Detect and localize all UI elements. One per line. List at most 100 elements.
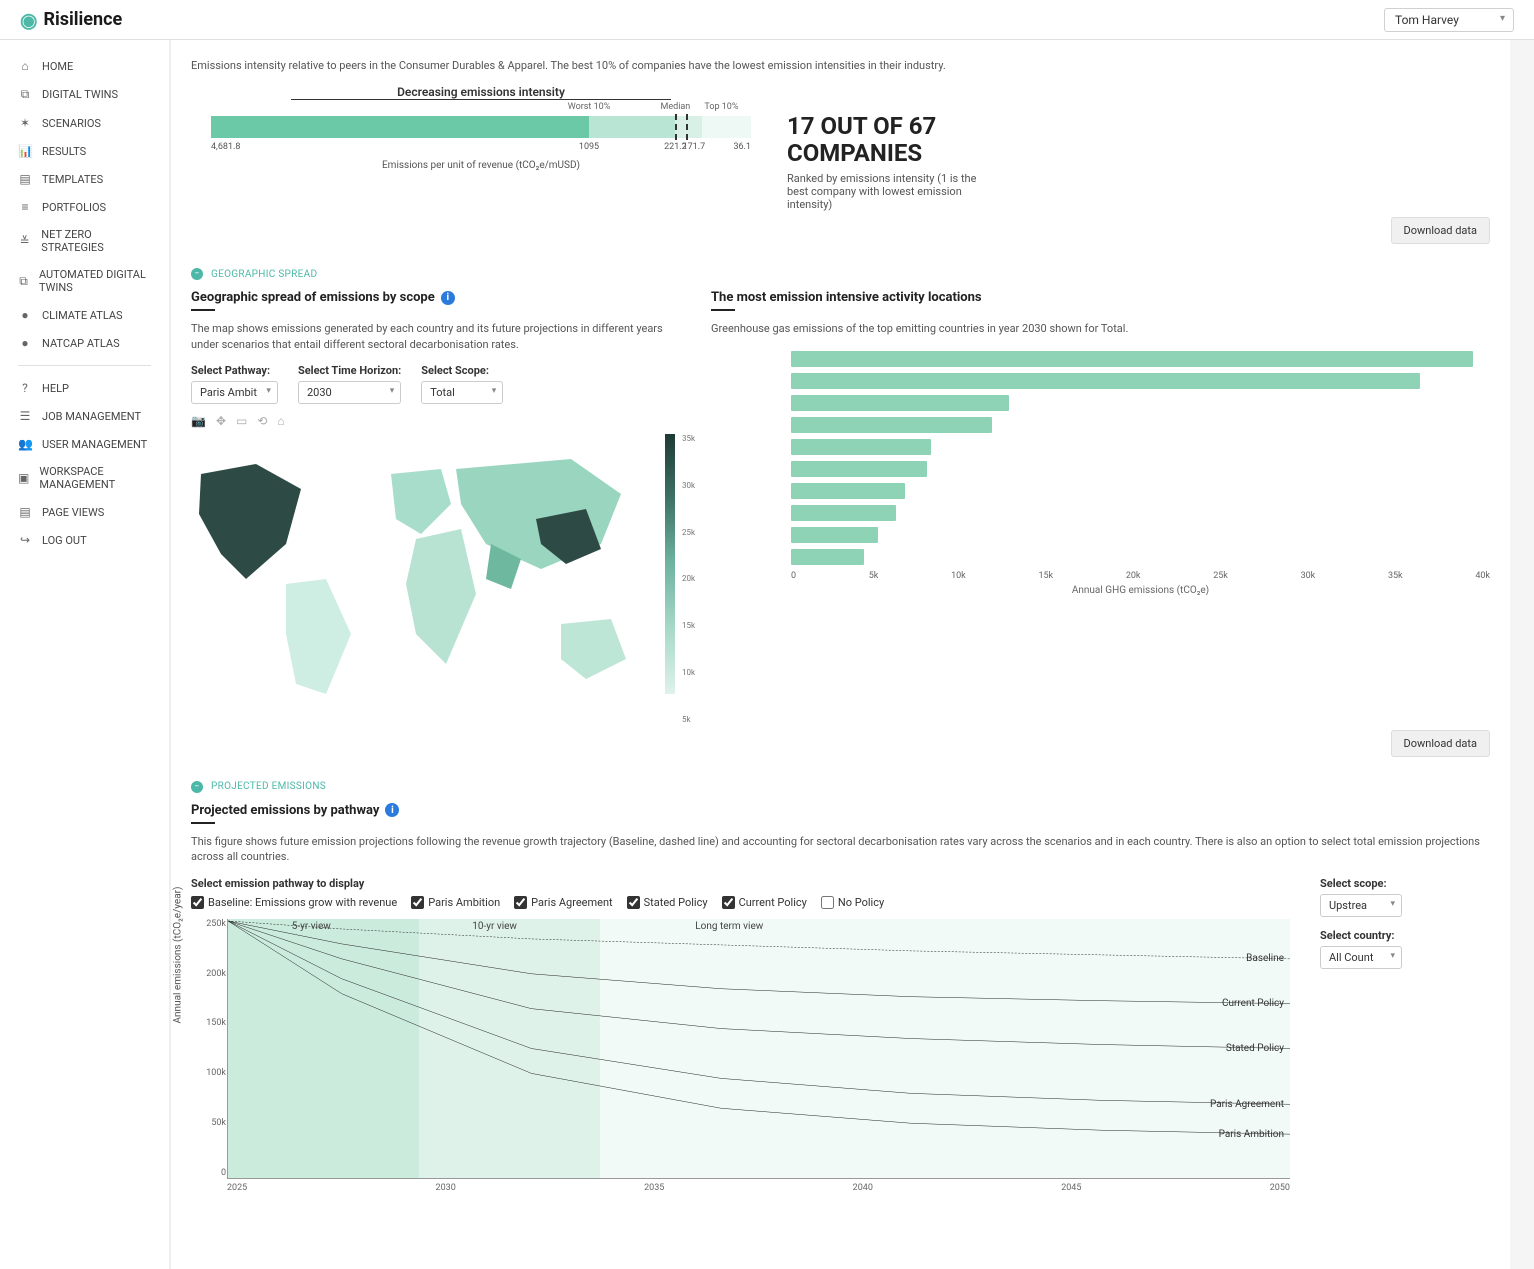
pan-icon[interactable]: ✥ <box>216 414 226 428</box>
hbar-fill <box>791 395 1009 411</box>
hbar-fill <box>791 527 878 543</box>
hbar-tick: 10k <box>951 571 966 581</box>
rank-sub: Ranked by emissions intensity (1 is the … <box>787 172 987 211</box>
hbar-fill <box>791 417 992 433</box>
sidebar-item[interactable]: ⌂ HOME <box>0 52 169 80</box>
proj-country-select[interactable]: All Count <box>1320 946 1402 969</box>
hbar-track <box>791 416 1490 434</box>
sidebar-label: LOG OUT <box>42 534 87 547</box>
pathway-checkbox[interactable]: No Policy <box>821 896 884 909</box>
hbar-title-text: The most emission intensive activity loc… <box>711 290 982 305</box>
checkbox-input[interactable] <box>627 896 640 909</box>
proj-country-value: All Count <box>1329 951 1373 964</box>
map-legend: 35k30k25k20k15k10k5k <box>659 434 681 724</box>
zoom-icon[interactable]: ▭ <box>236 414 247 428</box>
sidebar-icon: ▣ <box>18 471 29 485</box>
sidebar-item[interactable]: ↪ LOG OUT <box>0 526 169 554</box>
scope-select[interactable]: Total <box>421 381 503 404</box>
sidebar-icon: ↪ <box>18 533 32 547</box>
intensity-heading: Decreasing emissions intensity <box>291 85 671 100</box>
median-label: Median <box>661 102 691 112</box>
worst-label: Worst 10% <box>568 102 611 112</box>
collapse-icon: − <box>191 268 203 280</box>
hbar-desc: Greenhouse gas emissions of the top emit… <box>711 321 1490 336</box>
sidebar-label: HELP <box>42 382 69 395</box>
intensity-top-markers: Worst 10% Median Top 10% <box>211 102 751 116</box>
map-svg <box>191 434 651 724</box>
hbar-axis: 05k10k15k20k25k30k35k40k <box>791 571 1490 581</box>
intensity-row: Decreasing emissions intensity Worst 10%… <box>191 85 1490 211</box>
logo-icon: ◉ <box>20 8 37 32</box>
sidebar-item[interactable]: ▤ PAGE VIEWS <box>0 498 169 526</box>
checkbox-input[interactable] <box>821 896 834 909</box>
pathway-checkbox[interactable]: Current Policy <box>722 896 807 909</box>
sidebar-item[interactable]: ☰JOB MANAGEMENT <box>0 402 169 430</box>
info-icon[interactable]: i <box>441 291 455 305</box>
sidebar-icon: ▤ <box>18 505 32 519</box>
hbar-track <box>791 504 1490 522</box>
download-geo-button[interactable]: Download data <box>1391 730 1490 757</box>
sidebar-label: PAGE VIEWS <box>42 506 104 519</box>
world-map[interactable]: 35k30k25k20k15k10k5k <box>191 434 681 724</box>
legend-tick: 20k <box>682 574 695 583</box>
sidebar-item[interactable]: ●CLIMATE ATLAS <box>0 301 169 329</box>
main-content: Emissions intensity relative to peers in… <box>170 40 1510 1269</box>
user-dropdown[interactable]: Tom Harvey <box>1384 8 1514 32</box>
sidebar-icon: ⌂ <box>18 59 32 73</box>
sidebar-item[interactable]: ▤TEMPLATES <box>0 165 169 193</box>
geo-filters: Select Pathway: Paris Ambit Select Time … <box>191 364 681 404</box>
pathway-checkboxes: Baseline: Emissions grow with revenue Par… <box>191 896 1290 909</box>
horizon-select[interactable]: 2030 <box>298 381 401 404</box>
checkbox-input[interactable] <box>191 896 204 909</box>
sidebar-icon: ● <box>18 336 32 350</box>
camera-icon[interactable]: 📷 <box>191 414 206 428</box>
axis-left: 4,681.8 <box>211 142 240 152</box>
hbar-fill <box>791 373 1420 389</box>
rank-line2: COMPANIES <box>787 140 1490 166</box>
download-intensity-button[interactable]: Download data <box>1391 217 1490 244</box>
sidebar-label: DIGITAL TWINS <box>42 88 118 101</box>
sidebar-item[interactable]: ?HELP <box>0 374 169 402</box>
sidebar-item[interactable]: 📊RESULTS <box>0 137 169 165</box>
home-icon[interactable]: ⌂ <box>277 414 284 428</box>
sidebar-item[interactable]: ⧉DIGITAL TWINS <box>0 80 169 109</box>
sidebar-label: HOME <box>42 60 73 73</box>
proj-country-label: Select country: <box>1320 929 1402 942</box>
geo-section-label: GEOGRAPHIC SPREAD <box>211 269 317 280</box>
reset-icon[interactable]: ⟲ <box>257 414 267 428</box>
ytick: 200k <box>192 969 226 979</box>
hbar-row: Republic of Korea <box>791 437 1490 457</box>
checkbox-input[interactable] <box>722 896 735 909</box>
pathway-select[interactable]: Paris Ambit <box>191 381 278 404</box>
legend-tick: 30k <box>682 481 695 490</box>
pathway-checkbox[interactable]: Baseline: Emissions grow with revenue <box>191 896 397 909</box>
pathway-checkbox[interactable]: Paris Ambition <box>411 896 500 909</box>
pathway-checkbox[interactable]: Stated Policy <box>627 896 708 909</box>
sidebar-item[interactable]: ✶SCENARIOS <box>0 109 169 137</box>
info-icon[interactable]: i <box>385 803 399 817</box>
sidebar-label: NET ZERO STRATEGIES <box>41 228 151 254</box>
proj-section-toggle[interactable]: − PROJECTED EMISSIONS <box>191 781 1490 793</box>
sidebar-item[interactable]: ≚NET ZERO STRATEGIES <box>0 221 169 261</box>
app-name: Risilience <box>43 9 122 30</box>
ytick: 250k <box>192 919 226 929</box>
line-yaxis: 250k200k150k100k50k0 <box>192 919 226 1178</box>
checkbox-input[interactable] <box>514 896 527 909</box>
user-name: Tom Harvey <box>1395 13 1459 27</box>
hbar-fill <box>791 505 896 521</box>
sidebar-label: PORTFOLIOS <box>42 201 106 214</box>
series-label: Current Policy <box>1222 998 1284 1009</box>
pathway-checkbox[interactable]: Paris Agreement <box>514 896 612 909</box>
sidebar-item[interactable]: ▣WORKSPACE MANAGEMENT <box>0 458 169 498</box>
geo-section-toggle[interactable]: − GEOGRAPHIC SPREAD <box>191 268 1490 280</box>
checkbox-input[interactable] <box>411 896 424 909</box>
sidebar-item[interactable]: ●NATCAP ATLAS <box>0 329 169 357</box>
hbar-track <box>791 372 1490 390</box>
series-label: Stated Policy <box>1226 1043 1284 1054</box>
sidebar-item[interactable]: ≡PORTFOLIOS <box>0 193 169 221</box>
intensity-bar <box>211 116 751 138</box>
proj-scope-select[interactable]: Upstrea <box>1320 894 1402 917</box>
sidebar-item[interactable]: ⧉AUTOMATED DIGITAL TWINS <box>0 261 169 301</box>
topbar: ◉ Risilience Tom Harvey <box>0 0 1534 40</box>
sidebar-item[interactable]: 👥USER MANAGEMENT <box>0 430 169 458</box>
